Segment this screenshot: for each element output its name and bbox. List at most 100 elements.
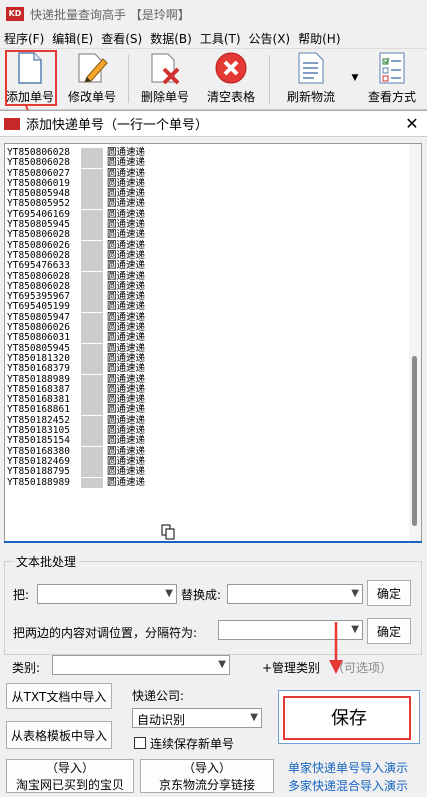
import-taobao-line2: 淘宝网已买到的宝贝 — [15, 778, 124, 792]
menu-edit[interactable]: 编辑(E) — [50, 30, 99, 47]
menu-tools[interactable]: 工具(T) — [198, 30, 247, 47]
chevron-down-icon: ▼ — [218, 659, 226, 670]
text-batch-legend: 文本批处理 — [13, 553, 80, 570]
redacted-block — [81, 477, 103, 488]
refresh-logistics-button[interactable]: 刷新物流 — [274, 49, 348, 109]
category-label: 类别: — [12, 661, 41, 675]
courier-name: 圆通速递 — [107, 363, 146, 375]
chevron-down-icon: ▼ — [250, 712, 258, 723]
textarea-scrollbar[interactable] — [409, 144, 421, 542]
menu-view[interactable]: 查看(S) — [99, 30, 148, 47]
redacted-block — [81, 312, 103, 323]
add-number-dialog: 添加快递单号（一行一个单号） ✕ YT850806028 圆通速递 YT850806… — [0, 110, 427, 797]
dialog-app-icon — [4, 117, 20, 130]
chevron-down-icon: ▼ — [351, 624, 359, 635]
single-import-demo-link[interactable]: 单家快递单号导入演示 — [288, 759, 408, 776]
continuous-save-checkbox[interactable] — [134, 737, 146, 749]
redacted-block — [81, 158, 103, 169]
redacted-block — [81, 415, 103, 426]
dialog-title: 添加快递单号（一行一个单号） — [26, 118, 209, 133]
import-taobao-line1: （导入） — [45, 761, 94, 775]
tracking-line: YT850168379 圆通速递 — [7, 363, 146, 375]
edit-pencil-icon — [75, 51, 109, 85]
refresh-dropdown-arrow[interactable]: ▼ — [348, 49, 362, 109]
view-mode-button[interactable]: 查看方式 — [362, 49, 422, 109]
edit-number-button[interactable]: 修改单号 — [60, 49, 124, 109]
redacted-block — [81, 426, 103, 437]
redacted-block — [81, 199, 103, 210]
redacted-block — [81, 395, 103, 406]
swap-confirm-button[interactable]: 确定 — [367, 618, 411, 644]
text-batch-group: 文本批处理 把: ▼ 替换成: ▼ 确定 把两边的内容对调位置，分隔符为: ▼ … — [4, 553, 422, 655]
manage-category-link[interactable]: +管理类别 — [262, 659, 320, 676]
toolbar-separator-2 — [269, 55, 270, 103]
replace-label: 把: — [13, 588, 30, 602]
redacted-block — [81, 189, 103, 200]
replace-with-label: 替换成: — [181, 588, 222, 602]
title-bar: KD 快递批量查询高手 【是玲啊】 — [0, 0, 427, 28]
tracking-line: YT850188795 圆通速递 — [7, 466, 145, 478]
tracking-number: YT850168379 — [7, 363, 70, 375]
redacted-block — [81, 436, 103, 447]
redacted-block — [81, 168, 103, 179]
swap-label: 把两边的内容对调位置，分隔符为: — [13, 626, 198, 640]
import-excel-button[interactable]: 从表格模板中导入 — [6, 721, 112, 749]
clear-table-button[interactable]: 清空表格 — [197, 49, 265, 109]
app-logo-icon: KD — [6, 7, 24, 21]
redacted-block — [81, 374, 103, 385]
tracking-number-textarea[interactable]: YT850806028 圆通速递 YT850806028 圆通速递 YT85080602… — [4, 143, 422, 543]
menu-help[interactable]: 帮助(H) — [296, 30, 346, 47]
menu-data[interactable]: 数据(B) — [148, 30, 198, 47]
chevron-down-icon: ▼ — [351, 588, 359, 599]
tracking-number: YT850188989 — [7, 476, 70, 488]
mixed-import-demo-link[interactable]: 多家快递混合导入演示 — [288, 777, 408, 794]
redacted-block — [81, 250, 103, 261]
courier-label: 快递公司: — [132, 689, 185, 703]
delete-number-label: 删除单号 — [140, 90, 189, 104]
category-select[interactable]: ▼ — [52, 655, 230, 675]
redacted-block — [81, 281, 103, 292]
toolbar-separator — [128, 55, 129, 103]
dialog-title-bar: 添加快递单号（一行一个单号） ✕ — [0, 111, 427, 137]
tracking-line: YT850188989 圆通速递 — [7, 476, 146, 488]
redacted-block — [81, 261, 103, 272]
import-taobao-button[interactable]: （导入） 淘宝网已买到的宝贝 — [6, 759, 134, 793]
checklist-icon — [375, 51, 409, 85]
redacted-block — [81, 178, 103, 189]
replace-confirm-button[interactable]: 确定 — [367, 580, 411, 606]
tracking-lines: YT850806028 圆通速递 YT850806028 圆通速递 YT85080602… — [7, 147, 146, 488]
clear-table-label: 清空表格 — [206, 90, 255, 104]
menu-bar: 程序(F) 编辑(E) 查看(S) 数据(B) 工具(T) 公告(X) 帮助(H… — [0, 28, 427, 48]
import-txt-button[interactable]: 从TXT文档中导入 — [6, 683, 112, 709]
redacted-block — [81, 343, 103, 354]
dropdown-arrow-icon: ▼ — [351, 73, 359, 83]
close-icon[interactable]: ✕ — [397, 114, 427, 133]
save-button-highlight — [283, 696, 411, 740]
menu-notice[interactable]: 公告(X) — [247, 30, 297, 47]
window-title: 快递批量查询高手 【是玲啊】 — [30, 7, 190, 22]
scrollbar-thumb[interactable] — [412, 356, 417, 526]
redacted-block — [81, 292, 103, 303]
redacted-block — [81, 323, 103, 334]
redacted-block — [81, 148, 103, 158]
chevron-down-icon: ▼ — [165, 588, 173, 599]
courier-select[interactable]: 自动识别 ▼ — [132, 708, 262, 728]
redacted-block — [81, 240, 103, 251]
refresh-document-icon — [294, 51, 328, 85]
import-jd-line1: （导入） — [182, 761, 231, 775]
replace-from-select[interactable]: ▼ — [37, 584, 177, 604]
import-jd-button[interactable]: （导入） 京东物流分享链接 — [140, 759, 274, 793]
red-arrow-save-annotation — [329, 622, 343, 674]
courier-select-value: 自动识别 — [137, 713, 186, 727]
redacted-block — [81, 456, 103, 467]
menu-program[interactable]: 程序(F) — [2, 30, 50, 47]
courier-name: 圆通速递 — [107, 476, 146, 488]
continuous-save-label: 连续保存新单号 — [150, 737, 235, 751]
delete-document-icon — [148, 51, 182, 85]
delete-number-button[interactable]: 删除单号 — [133, 49, 197, 109]
replace-to-select[interactable]: ▼ — [227, 584, 363, 604]
redacted-block — [81, 353, 103, 364]
edit-number-label: 修改单号 — [67, 90, 116, 104]
refresh-logistics-label: 刷新物流 — [286, 90, 335, 104]
redacted-block — [81, 271, 103, 282]
